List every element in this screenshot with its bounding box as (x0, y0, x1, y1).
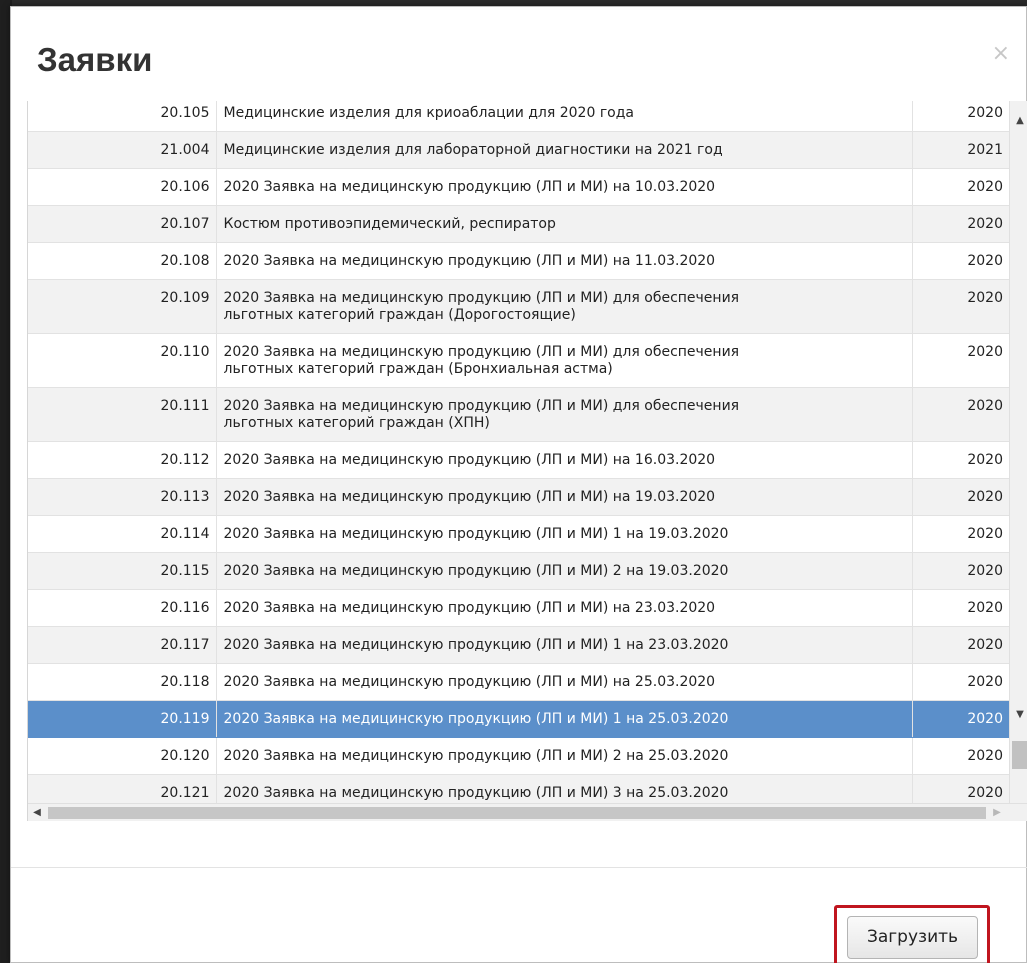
table-row[interactable]: 20.113 2020 Заявка на медицинскую продукц… (28, 478, 1009, 516)
row-name-cell: 2020 Заявка на медицинскую продукцию (ЛП… (216, 279, 913, 334)
row-name-cell: 2020 Заявка на медицинскую продукцию (ЛП… (216, 774, 913, 803)
row-code-cell: 20.110 (28, 333, 217, 388)
row-code-cell: 20.113 (28, 478, 217, 516)
table-row[interactable]: 20.121 2020 Заявка на медицинскую продукц… (28, 774, 1009, 803)
row-code-cell: 20.108 (28, 242, 217, 280)
row-year-cell: 2020 (912, 700, 1009, 738)
row-name-cell: 2020 Заявка на медицинскую продукцию (ЛП… (216, 737, 913, 775)
row-code-cell: 20.116 (28, 589, 217, 627)
close-icon[interactable]: × (992, 43, 1010, 65)
row-year-cell: 2020 (912, 205, 1009, 243)
row-name-cell: Медицинские изделия для криоаблации для … (216, 101, 913, 132)
row-code-cell: 20.106 (28, 168, 217, 206)
row-name-cell: 2020 Заявка на медицинскую продукцию (ЛП… (216, 663, 913, 701)
requests-grid: 20.105 Медицинские изделия для криоаблаци… (27, 101, 1027, 821)
horizontal-scrollbar[interactable]: ◀ ▶ (28, 803, 1027, 821)
row-code-cell: 20.120 (28, 737, 217, 775)
row-code-cell: 20.112 (28, 441, 217, 479)
row-year-cell: 2021 (912, 131, 1009, 169)
row-code-cell: 20.109 (28, 279, 217, 334)
row-year-cell: 2020 (912, 663, 1009, 701)
dialog-header: Заявки × (11, 7, 1026, 101)
load-button[interactable]: Загрузить (847, 916, 978, 959)
row-code-cell: 20.105 (28, 101, 217, 132)
table-row[interactable]: 20.111 2020 Заявка на медицинскую продукц… (28, 387, 1009, 442)
table-row[interactable]: 20.115 2020 Заявка на медицинскую продукц… (28, 552, 1009, 590)
row-name-cell: 2020 Заявка на медицинскую продукцию (ЛП… (216, 387, 913, 442)
row-year-cell: 2020 (912, 774, 1009, 803)
horizontal-scroll-thumb[interactable] (48, 807, 986, 819)
scroll-down-icon[interactable]: ▼ (1010, 707, 1027, 723)
table-row-selected[interactable]: 20.119 2020 Заявка на медицинскую продукц… (28, 700, 1009, 738)
requests-dialog: Заявки × 20.105 Медицинские изделия для к… (10, 6, 1027, 963)
row-name-cell: 2020 Заявка на медицинскую продукцию (ЛП… (216, 242, 913, 280)
row-name-cell: 2020 Заявка на медицинскую продукцию (ЛП… (216, 168, 913, 206)
row-year-cell: 2020 (912, 626, 1009, 664)
table-row[interactable]: 20.120 2020 Заявка на медицинскую продукц… (28, 737, 1009, 775)
row-name-cell: 2020 Заявка на медицинскую продукцию (ЛП… (216, 552, 913, 590)
table-row[interactable]: 20.109 2020 Заявка на медицинскую продукц… (28, 279, 1009, 334)
vertical-scrollbar[interactable]: ▲ ▼ (1009, 101, 1027, 803)
row-year-cell: 2020 (912, 478, 1009, 516)
footer-divider (11, 867, 1027, 868)
table-row[interactable]: 20.118 2020 Заявка на медицинскую продукц… (28, 663, 1009, 701)
row-year-cell: 2020 (912, 279, 1009, 334)
grid-viewport: 20.105 Медицинские изделия для криоаблаци… (28, 101, 1009, 803)
row-code-cell: 21.004 (28, 131, 217, 169)
scroll-up-icon[interactable]: ▲ (1010, 113, 1027, 129)
row-year-cell: 2020 (912, 515, 1009, 553)
row-year-cell: 2020 (912, 441, 1009, 479)
row-year-cell: 2020 (912, 387, 1009, 442)
row-code-cell: 20.118 (28, 663, 217, 701)
row-year-cell: 2020 (912, 168, 1009, 206)
row-name-cell: Костюм противоэпидемический, респиратор (216, 205, 913, 243)
table-row[interactable]: 20.117 2020 Заявка на медицинскую продукц… (28, 626, 1009, 664)
row-name-cell: Медицинские изделия для лабораторной диа… (216, 131, 913, 169)
row-code-cell: 20.114 (28, 515, 217, 553)
row-year-cell: 2020 (912, 589, 1009, 627)
row-year-cell: 2020 (912, 552, 1009, 590)
row-code-cell: 20.111 (28, 387, 217, 442)
row-year-cell: 2020 (912, 737, 1009, 775)
row-name-cell: 2020 Заявка на медицинскую продукцию (ЛП… (216, 515, 913, 553)
scroll-left-icon[interactable]: ◀ (28, 804, 46, 821)
row-name-cell: 2020 Заявка на медицинскую продукцию (ЛП… (216, 441, 913, 479)
row-code-cell: 20.121 (28, 774, 217, 803)
table-row[interactable]: 20.110 2020 Заявка на медицинскую продукц… (28, 333, 1009, 388)
row-name-cell: 2020 Заявка на медицинскую продукцию (ЛП… (216, 700, 913, 738)
row-name-cell: 2020 Заявка на медицинскую продукцию (ЛП… (216, 589, 913, 627)
table-row[interactable]: 20.108 2020 Заявка на медицинскую продукц… (28, 242, 1009, 280)
row-year-cell: 2020 (912, 101, 1009, 132)
row-year-cell: 2020 (912, 333, 1009, 388)
table-row[interactable]: 21.004 Медицинские изделия для лабораторн… (28, 131, 1009, 169)
table-row[interactable]: 20.107 Костюм противоэпидемический, респи… (28, 205, 1009, 243)
row-year-cell: 2020 (912, 242, 1009, 280)
row-code-cell: 20.117 (28, 626, 217, 664)
table-row[interactable]: 20.116 2020 Заявка на медицинскую продукц… (28, 589, 1009, 627)
scroll-right-icon[interactable]: ▶ (988, 804, 1006, 821)
requests-table: 20.105 Медицинские изделия для криоаблаци… (28, 101, 1009, 803)
dialog-title: Заявки (37, 41, 153, 78)
table-row[interactable]: 20.112 2020 Заявка на медицинскую продукц… (28, 441, 1009, 479)
table-row[interactable]: 20.114 2020 Заявка на медицинскую продукц… (28, 515, 1009, 553)
row-code-cell: 20.115 (28, 552, 217, 590)
vertical-scroll-thumb[interactable] (1012, 741, 1027, 769)
row-name-cell: 2020 Заявка на медицинскую продукцию (ЛП… (216, 478, 913, 516)
row-code-cell: 20.119 (28, 700, 217, 738)
row-name-cell: 2020 Заявка на медицинскую продукцию (ЛП… (216, 626, 913, 664)
row-name-cell: 2020 Заявка на медицинскую продукцию (ЛП… (216, 333, 913, 388)
table-row[interactable]: 20.105 Медицинские изделия для криоаблаци… (28, 101, 1009, 132)
table-row[interactable]: 20.106 2020 Заявка на медицинскую продукц… (28, 168, 1009, 206)
row-code-cell: 20.107 (28, 205, 217, 243)
